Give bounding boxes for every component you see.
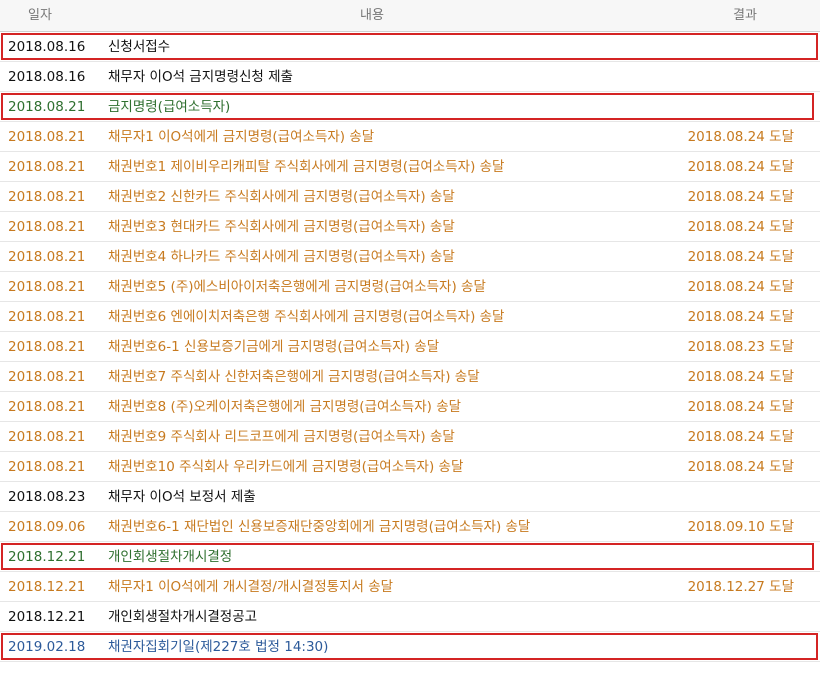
row-content: 채무자 이O석 금지명령신청 제출 [108, 69, 293, 85]
row-date: 2018.08.21 [8, 189, 86, 205]
row-content: 채권번호7 주식회사 신한저축은행에게 금지명령(급여소득자) 송달 [108, 369, 480, 385]
table-row: 2018.08.21 채권번호6-1 신용보증기금에게 금지명령(급여소득자) … [0, 332, 820, 362]
header-content: 내용 [360, 8, 384, 23]
row-date: 2018.08.21 [8, 339, 86, 355]
row-result: 2018.08.24 도달 [687, 279, 794, 295]
row-date: 2018.08.21 [8, 129, 86, 145]
row-content: 채무자1 이O석에게 금지명령(급여소득자) 송달 [108, 129, 375, 145]
table-row: 2018.08.21 금지명령(급여소득자) [0, 92, 820, 122]
row-date: 2018.09.06 [8, 519, 86, 535]
row-result: 2018.08.24 도달 [687, 459, 794, 475]
row-date: 2018.08.23 [8, 489, 86, 505]
table-row: 2018.08.21 채권번호8 (주)오케이저축은행에게 금지명령(급여소득자… [0, 392, 820, 422]
table-row: 2018.08.21 채권번호10 주식회사 우리카드에게 금지명령(급여소득자… [0, 452, 820, 482]
row-result: 2018.08.24 도달 [687, 129, 794, 145]
row-date: 2018.08.16 [8, 39, 86, 55]
row-date: 2018.08.21 [8, 219, 86, 235]
row-date: 2018.12.21 [8, 609, 86, 625]
row-result: 2018.08.23 도달 [687, 339, 794, 355]
row-date: 2018.08.21 [8, 249, 86, 265]
row-content: 금지명령(급여소득자) [108, 99, 231, 115]
table-row: 2018.08.21 채권번호6 엔에이치저축은행 주식회사에게 금지명령(급여… [0, 302, 820, 332]
row-date: 2018.08.21 [8, 399, 86, 415]
row-content: 채권번호9 주식회사 리드코프에게 금지명령(급여소득자) 송달 [108, 429, 455, 445]
row-result: 2018.09.10 도달 [687, 519, 794, 535]
row-date: 2018.08.21 [8, 459, 86, 475]
table-row: 2018.08.21 채무자1 이O석에게 금지명령(급여소득자) 송달 201… [0, 122, 820, 152]
row-date: 2018.12.21 [8, 579, 86, 595]
row-content: 채권번호6-1 신용보증기금에게 금지명령(급여소득자) 송달 [108, 339, 440, 355]
table-row: 2018.08.21 채권번호9 주식회사 리드코프에게 금지명령(급여소득자)… [0, 422, 820, 452]
row-content: 채무자 이O석 보정서 제출 [108, 489, 256, 505]
table-row: 2018.12.21 개인회생절차개시결정공고 [0, 602, 820, 632]
row-result: 2018.08.24 도달 [687, 309, 794, 325]
row-result: 2018.08.24 도달 [687, 219, 794, 235]
row-date: 2018.08.21 [8, 429, 86, 445]
table-row: 2018.08.21 채권번호3 현대카드 주식회사에게 금지명령(급여소득자)… [0, 212, 820, 242]
row-content: 채권번호6-1 재단법인 신용보증재단중앙회에게 금지명령(급여소득자) 송달 [108, 519, 531, 535]
table-row: 2018.08.21 채권번호1 제이비우리캐피탈 주식회사에게 금지명령(급여… [0, 152, 820, 182]
row-content: 채권번호10 주식회사 우리카드에게 금지명령(급여소득자) 송달 [108, 459, 464, 475]
table-row: 2018.08.23 채무자 이O석 보정서 제출 [0, 482, 820, 512]
row-result: 2018.12.27 도달 [687, 579, 794, 595]
table-row: 2018.08.21 채권번호7 주식회사 신한저축은행에게 금지명령(급여소득… [0, 362, 820, 392]
row-date: 2018.08.21 [8, 369, 86, 385]
table-header: 일자 내용 결과 [0, 0, 820, 32]
table-row: 2018.08.21 채권번호4 하나카드 주식회사에게 금지명령(급여소득자)… [0, 242, 820, 272]
table-row: 2018.12.21 채무자1 이O석에게 개시결정/개시결정통지서 송달 20… [0, 572, 820, 602]
row-result: 2018.08.24 도달 [687, 369, 794, 385]
row-content: 채권번호4 하나카드 주식회사에게 금지명령(급여소득자) 송달 [108, 249, 455, 265]
row-result: 2018.08.24 도달 [687, 399, 794, 415]
row-date: 2018.08.21 [8, 279, 86, 295]
row-result: 2018.08.24 도달 [687, 159, 794, 175]
row-content: 채권번호6 엔에이치저축은행 주식회사에게 금지명령(급여소득자) 송달 [108, 309, 505, 325]
table-row: 2018.12.21 개인회생절차개시결정 [0, 542, 820, 572]
row-date: 2018.08.21 [8, 99, 86, 115]
header-date: 일자 [28, 8, 52, 23]
row-content: 채권번호1 제이비우리캐피탈 주식회사에게 금지명령(급여소득자) 송달 [108, 159, 505, 175]
row-result: 2018.08.24 도달 [687, 249, 794, 265]
row-date: 2018.08.21 [8, 159, 86, 175]
table-row: 2018.08.21 채권번호2 신한카드 주식회사에게 금지명령(급여소득자)… [0, 182, 820, 212]
table-row: 2019.02.18 채권자집회기일(제227호 법정 14:30) [0, 632, 820, 662]
table-row: 2018.09.06 채권번호6-1 재단법인 신용보증재단중앙회에게 금지명령… [0, 512, 820, 542]
row-date: 2018.08.16 [8, 69, 86, 85]
row-content: 채권번호8 (주)오케이저축은행에게 금지명령(급여소득자) 송달 [108, 399, 462, 415]
row-content: 신청서접수 [108, 39, 171, 55]
row-content: 개인회생절차개시결정공고 [108, 609, 258, 625]
header-result: 결과 [733, 8, 757, 23]
table-row: 2018.08.16 채무자 이O석 금지명령신청 제출 [0, 62, 820, 92]
row-result: 2018.08.24 도달 [687, 189, 794, 205]
row-result: 2018.08.24 도달 [687, 429, 794, 445]
row-content: 채권번호3 현대카드 주식회사에게 금지명령(급여소득자) 송달 [108, 219, 455, 235]
row-content: 채권번호2 신한카드 주식회사에게 금지명령(급여소득자) 송달 [108, 189, 455, 205]
row-date: 2018.08.21 [8, 309, 86, 325]
row-content: 채권번호5 (주)에스비아이저축은행에게 금지명령(급여소득자) 송달 [108, 279, 486, 295]
table-row: 2018.08.16 신청서접수 [0, 32, 820, 62]
row-date: 2018.12.21 [8, 549, 86, 565]
table-row: 2018.08.21 채권번호5 (주)에스비아이저축은행에게 금지명령(급여소… [0, 272, 820, 302]
row-content: 채권자집회기일(제227호 법정 14:30) [108, 639, 329, 655]
case-history-table: 일자 내용 결과 2018.08.16 신청서접수 2018.08.16 채무자… [0, 0, 820, 662]
row-date: 2019.02.18 [8, 639, 86, 655]
row-content: 채무자1 이O석에게 개시결정/개시결정통지서 송달 [108, 579, 394, 595]
row-content: 개인회생절차개시결정 [108, 549, 233, 565]
